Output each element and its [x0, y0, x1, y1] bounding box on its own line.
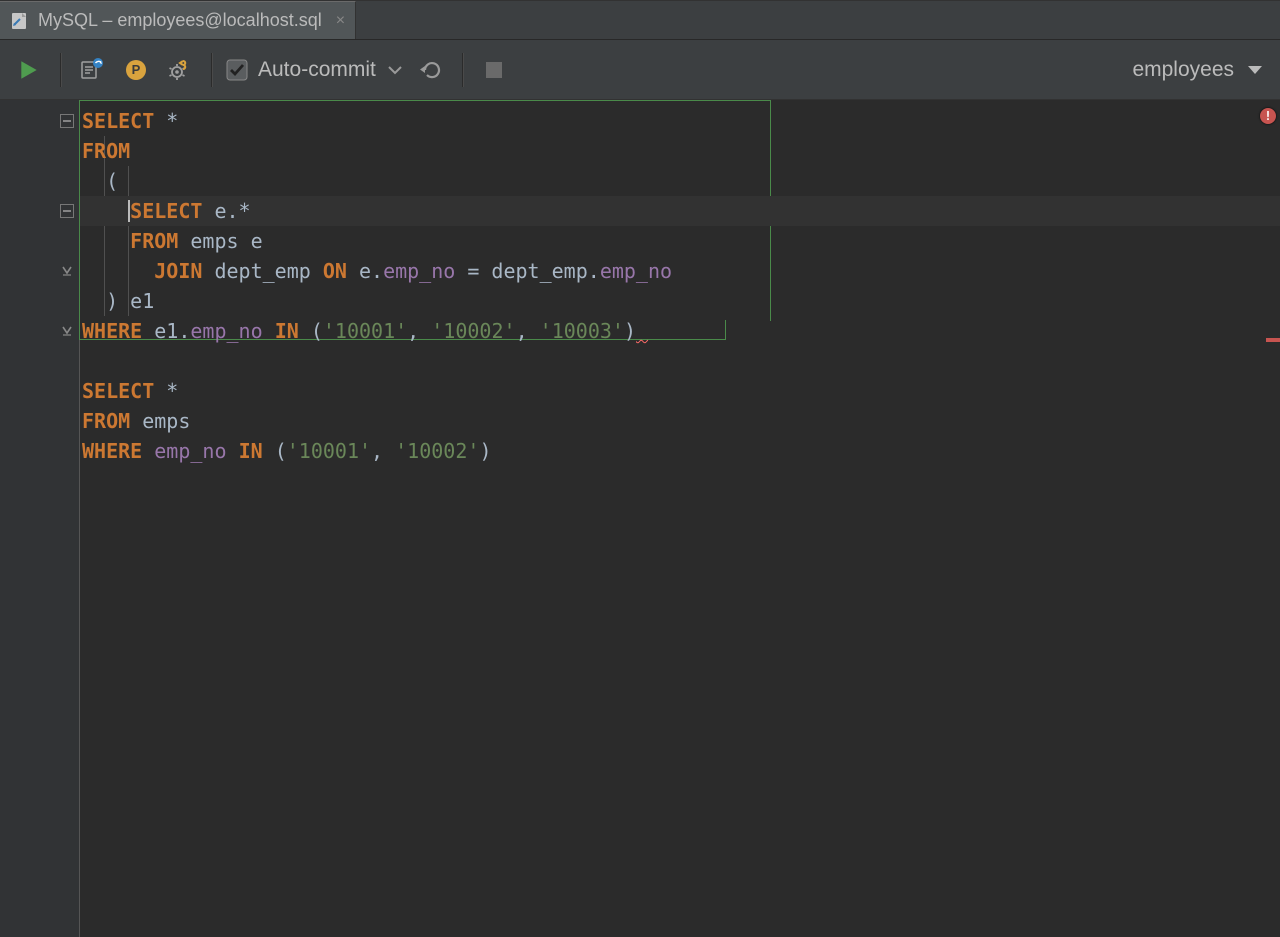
svg-text:P: P [132, 62, 141, 77]
code-line[interactable]: WHERE e1.emp_no IN ('10001', '10002', '1… [80, 316, 1280, 346]
fold-open-icon[interactable] [58, 202, 76, 220]
fold-close-icon[interactable] [58, 262, 76, 280]
rollback-button[interactable] [414, 53, 448, 87]
chevron-down-icon [1248, 66, 1262, 74]
toolbar: P Auto-commit employees [0, 40, 1280, 100]
file-tab-label: MySQL – employees@localhost.sql [38, 10, 322, 31]
fold-open-icon[interactable] [58, 112, 76, 130]
editor-code-area[interactable]: SELECT *FROM ( SELECT e.* FROM emps e JO… [80, 100, 1280, 937]
settings-button[interactable] [163, 53, 197, 87]
toolbar-separator [462, 53, 463, 87]
code-line[interactable]: FROM emps [80, 406, 1280, 436]
code-line[interactable]: SELECT e.* [80, 196, 1280, 226]
toolbar-separator [211, 53, 212, 87]
auto-commit-label: Auto-commit [258, 58, 376, 82]
code-line[interactable]: WHERE emp_no IN ('10001', '10002') [80, 436, 1280, 466]
code-line[interactable]: ( [80, 166, 1280, 196]
file-tab[interactable]: MySQL – employees@localhost.sql × [0, 1, 356, 39]
editor-gutter[interactable] [0, 100, 80, 937]
explain-plan-button[interactable] [75, 53, 109, 87]
sql-file-icon [10, 11, 30, 31]
schema-selector-label: employees [1132, 58, 1234, 82]
fold-close-icon[interactable] [58, 322, 76, 340]
schema-selector[interactable]: employees [1132, 58, 1268, 82]
close-tab-icon[interactable]: × [336, 13, 345, 29]
code-line[interactable] [80, 346, 1280, 376]
tab-bar: MySQL – employees@localhost.sql × [0, 0, 1280, 40]
auto-commit-toggle[interactable]: Auto-commit [226, 58, 404, 82]
code-line[interactable]: JOIN dept_emp ON e.emp_no = dept_emp.emp… [80, 256, 1280, 286]
check-icon [226, 59, 248, 81]
code-line[interactable]: ) e1 [80, 286, 1280, 316]
execute-button[interactable] [12, 53, 46, 87]
code-line[interactable]: SELECT * [80, 106, 1280, 136]
sql-editor: SELECT *FROM ( SELECT e.* FROM emps e JO… [0, 100, 1280, 937]
code-line[interactable]: FROM [80, 136, 1280, 166]
toolbar-separator [60, 53, 61, 87]
code-line[interactable]: SELECT * [80, 376, 1280, 406]
stop-button[interactable] [477, 53, 511, 87]
code-line[interactable]: FROM emps e [80, 226, 1280, 256]
text-caret [128, 200, 130, 222]
pending-button[interactable]: P [119, 53, 153, 87]
chevron-down-icon[interactable] [386, 63, 404, 77]
